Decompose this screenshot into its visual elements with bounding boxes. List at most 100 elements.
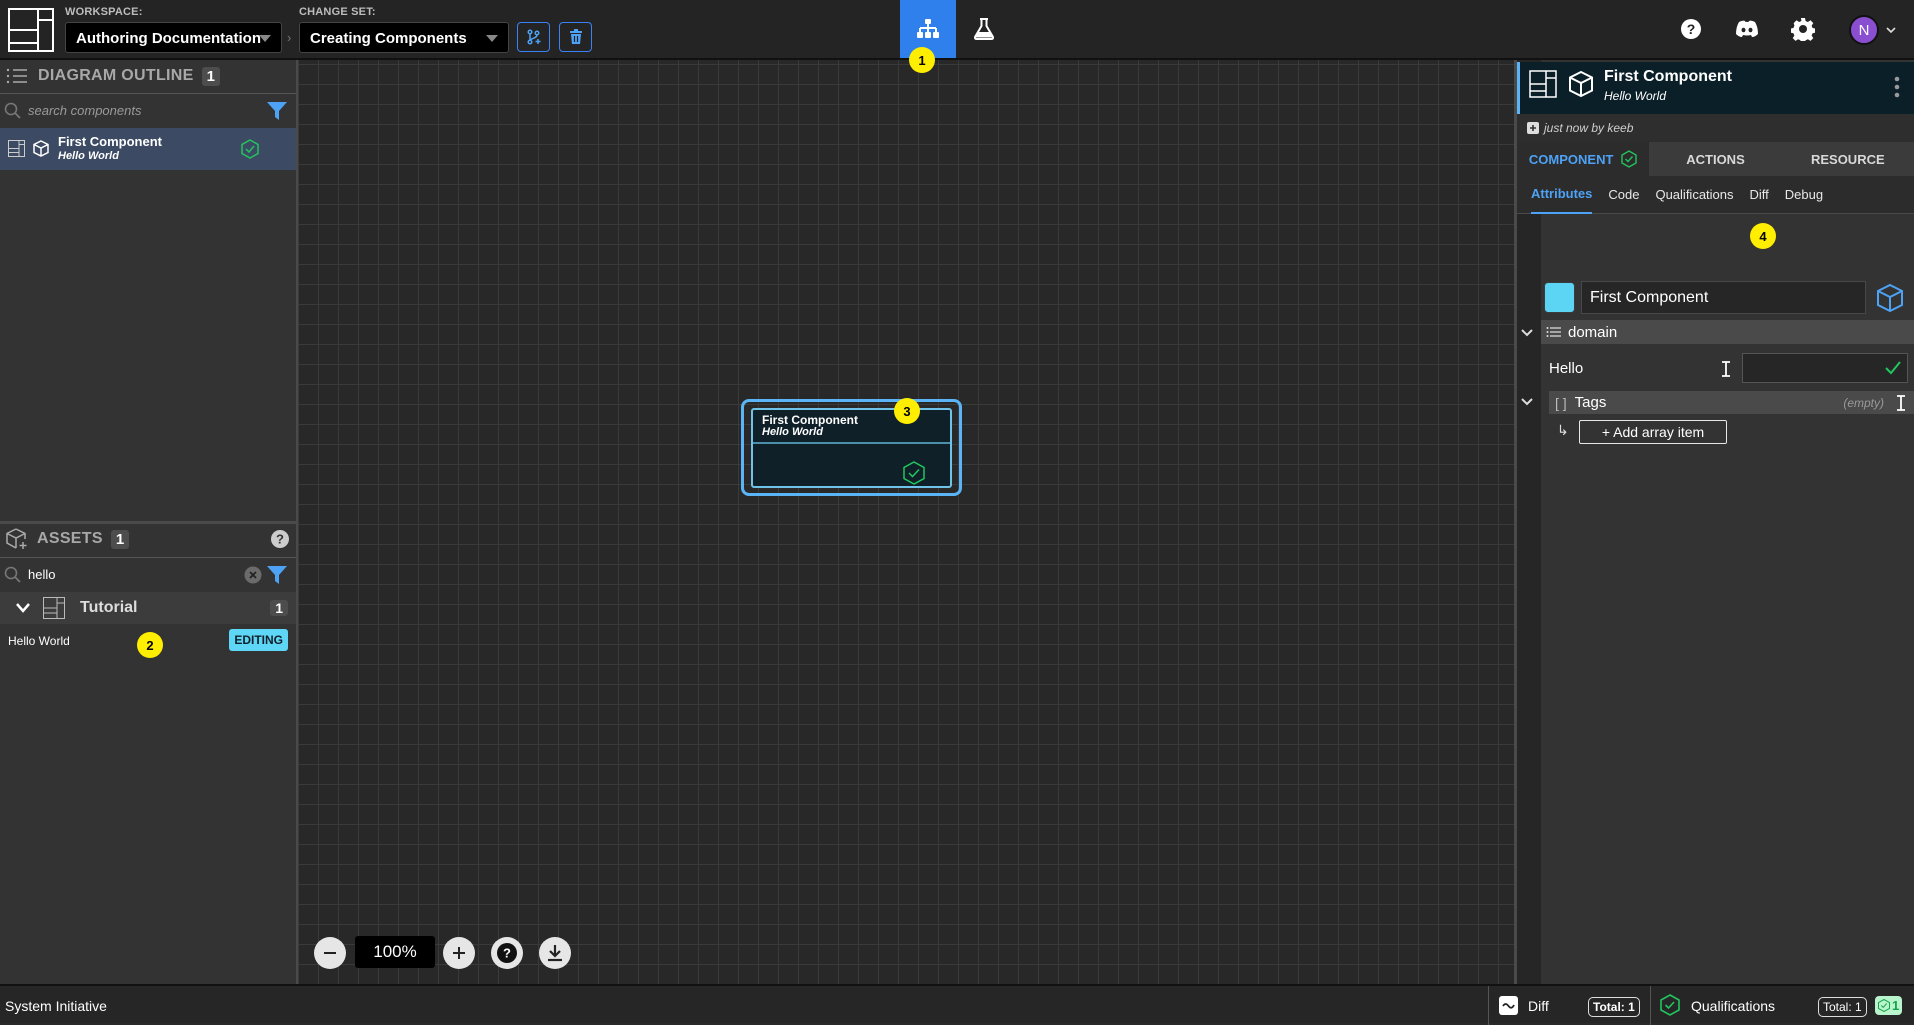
qualifications-ok-badge: 1 (1875, 996, 1903, 1015)
text-input-type-icon (1722, 361, 1730, 377)
qualification-ok-icon (1621, 150, 1638, 168)
prop-tags-label: Tags (1574, 394, 1607, 411)
qualifications-label[interactable]: Qualifications (1691, 998, 1775, 1014)
qualifications-ok-count: 1 (1892, 998, 1900, 1013)
more-options-icon[interactable] (1894, 76, 1900, 98)
search-icon (4, 102, 21, 119)
change-history: just now by keeb (1517, 114, 1914, 142)
filter-icon[interactable] (266, 564, 288, 586)
help-icon[interactable]: ? (270, 529, 290, 549)
category-logo-icon (43, 597, 65, 619)
zoom-out-button[interactable] (314, 937, 346, 969)
flask-icon (973, 18, 995, 40)
node-title: First Component (762, 413, 858, 427)
annotation-marker-4: 4 (1750, 223, 1776, 249)
subtab-code[interactable]: Code (1608, 176, 1639, 214)
details-header: First Component Hello World (1517, 62, 1914, 114)
zoom-level-display: 100% (355, 936, 435, 968)
qualification-ok-icon (1878, 999, 1890, 1012)
top-bar: WORKSPACE: Authoring Documentation › CHA… (0, 0, 1914, 73)
qualification-ok-icon (241, 139, 259, 159)
outline-item-subtitle: Hello World (58, 150, 119, 162)
workspace-label: WORKSPACE: (65, 6, 143, 18)
annotation-marker-1: 1 (909, 47, 935, 73)
subtab-attributes[interactable]: Attributes (1531, 176, 1593, 214)
filter-icon[interactable] (266, 100, 288, 122)
chevron-down-icon[interactable] (1886, 26, 1896, 34)
cube-icon (33, 140, 49, 157)
section-domain[interactable]: domain (1541, 320, 1914, 344)
assets-search-input[interactable] (28, 567, 228, 582)
add-array-item-button[interactable]: + Add array item (1579, 420, 1727, 444)
component-name-input[interactable] (1581, 281, 1866, 314)
details-subtabs: Attributes Code Qualifications Diff Debu… (1517, 176, 1914, 214)
component-color-swatch[interactable] (1544, 282, 1575, 313)
chevron-down-icon (16, 603, 30, 613)
create-changeset-button[interactable] (517, 22, 550, 52)
diagram-canvas[interactable] (298, 60, 1514, 984)
details-tabs: COMPONENT ACTIONS RESOURCE (1517, 142, 1914, 176)
abandon-changeset-button[interactable] (559, 22, 592, 52)
app-name: System Initiative (5, 998, 107, 1014)
subtab-diff[interactable]: Diff (1750, 176, 1769, 214)
svg-text:?: ? (276, 532, 284, 547)
prop-tags-header[interactable]: [ ] Tags (empty) (1549, 391, 1914, 414)
help-icon: ? (1681, 19, 1701, 39)
discord-button[interactable] (1732, 14, 1762, 44)
diagram-icon (917, 19, 939, 38)
cube-icon (1569, 70, 1593, 98)
diff-label[interactable]: Diff (1528, 998, 1549, 1014)
help-button[interactable]: ? (1676, 14, 1706, 44)
status-bar: System Initiative Diff Total: 1 Qualific… (0, 984, 1914, 1025)
download-button[interactable] (539, 937, 571, 969)
asset-add-icon (6, 528, 27, 549)
diagram-node[interactable]: First Component Hello World (751, 408, 952, 488)
chevron-down-icon (486, 35, 498, 42)
tab-actions[interactable]: ACTIONS (1649, 142, 1781, 176)
workspace-value: Authoring Documentation (76, 30, 261, 47)
assets-header: ASSETS 1 ? (0, 524, 298, 554)
tab-component[interactable]: COMPONENT (1517, 142, 1650, 176)
prop-hello-input[interactable] (1742, 353, 1908, 383)
user-avatar[interactable]: N (1849, 15, 1879, 45)
asset-category-tutorial[interactable]: Tutorial 1 (0, 592, 296, 624)
tab-actions-label: ACTIONS (1686, 151, 1745, 167)
help-icon: ? (497, 943, 517, 963)
added-icon (1527, 122, 1539, 134)
changeset-select[interactable]: Creating Components (299, 22, 509, 53)
status-separator (1650, 986, 1651, 1025)
clear-search-icon[interactable] (244, 566, 262, 584)
chevron-down-icon[interactable] (1518, 393, 1536, 411)
settings-button[interactable] (1788, 14, 1818, 44)
canvas-help-button[interactable]: ? (491, 937, 523, 969)
details-subtitle: Hello World (1604, 89, 1667, 103)
subtab-debug[interactable]: Debug (1785, 176, 1823, 214)
check-icon (1885, 361, 1901, 375)
system-initiative-logo-icon[interactable] (8, 8, 54, 52)
editing-badge: EDITING (229, 629, 288, 651)
tab-resource[interactable]: RESOURCE (1782, 142, 1914, 176)
tab-lab-view[interactable] (956, 0, 1012, 58)
left-panel: DIAGRAM OUTLINE 1 First Component Hello … (0, 60, 298, 984)
history-text: just now by keeb (1544, 121, 1634, 135)
trash-icon (569, 29, 582, 44)
outline-search-input[interactable] (28, 103, 228, 118)
svg-text:?: ? (1687, 21, 1696, 37)
diff-total-pill: Total: 1 (1588, 997, 1640, 1017)
outline-item[interactable]: First Component Hello World (0, 128, 296, 170)
minus-icon (324, 952, 336, 954)
changeset-label: CHANGE SET: (299, 6, 376, 18)
chevron-down-icon[interactable] (1518, 324, 1536, 342)
zoom-in-button[interactable] (443, 937, 475, 969)
qualification-ok-icon (1660, 994, 1680, 1016)
outline-search-row (0, 93, 296, 127)
changeset-value: Creating Components (310, 30, 467, 47)
search-icon (4, 566, 21, 583)
workspace-select[interactable]: Authoring Documentation (65, 22, 282, 53)
tab-resource-label: RESOURCE (1810, 151, 1885, 167)
subtab-qualifications[interactable]: Qualifications (1655, 176, 1733, 214)
qualification-ok-icon (903, 461, 925, 485)
diff-icon (1499, 996, 1518, 1015)
tab-component-label: COMPONENT (1528, 151, 1614, 167)
node-divider (753, 442, 950, 444)
